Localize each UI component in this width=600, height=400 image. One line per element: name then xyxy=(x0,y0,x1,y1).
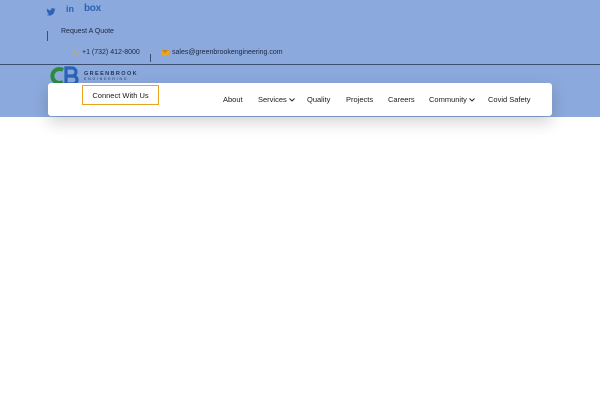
twitter-icon[interactable] xyxy=(46,4,56,16)
nav-item-services[interactable]: Services xyxy=(258,95,295,104)
nav-item-label: Covid Safety xyxy=(488,95,531,104)
nav-item-label: Projects xyxy=(346,95,374,104)
linkedin-icon[interactable]: in xyxy=(66,4,74,14)
logo-subname: ENGINEERING xyxy=(84,76,129,81)
nav-item-label: Careers xyxy=(388,95,415,104)
social-links: in box xyxy=(46,4,101,16)
phone-icon xyxy=(72,49,79,56)
header-divider xyxy=(0,64,600,65)
logo-wordmark: GREENBROOK ENGINEERING xyxy=(84,71,138,82)
nav-item-careers[interactable]: Careers xyxy=(388,95,415,104)
nav-item-label: Services xyxy=(258,95,287,104)
phone-number: +1 (732) 412-8000 xyxy=(82,49,140,56)
nav-item-covid-safety[interactable]: Covid Safety xyxy=(488,95,531,104)
nav-item-quality[interactable]: Quality xyxy=(307,95,330,104)
phone-contact[interactable]: +1 (732) 412-8000 xyxy=(72,49,140,56)
contact-separator xyxy=(150,54,151,62)
nav-item-community[interactable]: Community xyxy=(429,95,475,104)
request-quote-link[interactable]: Request A Quote xyxy=(61,28,114,35)
topbar-separator xyxy=(47,31,48,41)
chevron-down-icon xyxy=(469,97,475,102)
nav-item-about[interactable]: About xyxy=(223,95,243,104)
email-address: sales@greenbrookengineering.com xyxy=(172,49,283,56)
mail-icon xyxy=(162,49,169,56)
nav-item-label: About xyxy=(223,95,243,104)
nav-item-label: Quality xyxy=(307,95,331,104)
email-contact[interactable]: sales@greenbrookengineering.com xyxy=(162,49,283,56)
connect-with-us-button[interactable]: Connect With Us xyxy=(82,85,159,105)
nav-item-projects[interactable]: Projects xyxy=(346,95,373,104)
chevron-down-icon xyxy=(288,97,295,102)
nav-item-label: Community xyxy=(429,95,467,104)
box-icon[interactable]: box xyxy=(84,4,101,14)
